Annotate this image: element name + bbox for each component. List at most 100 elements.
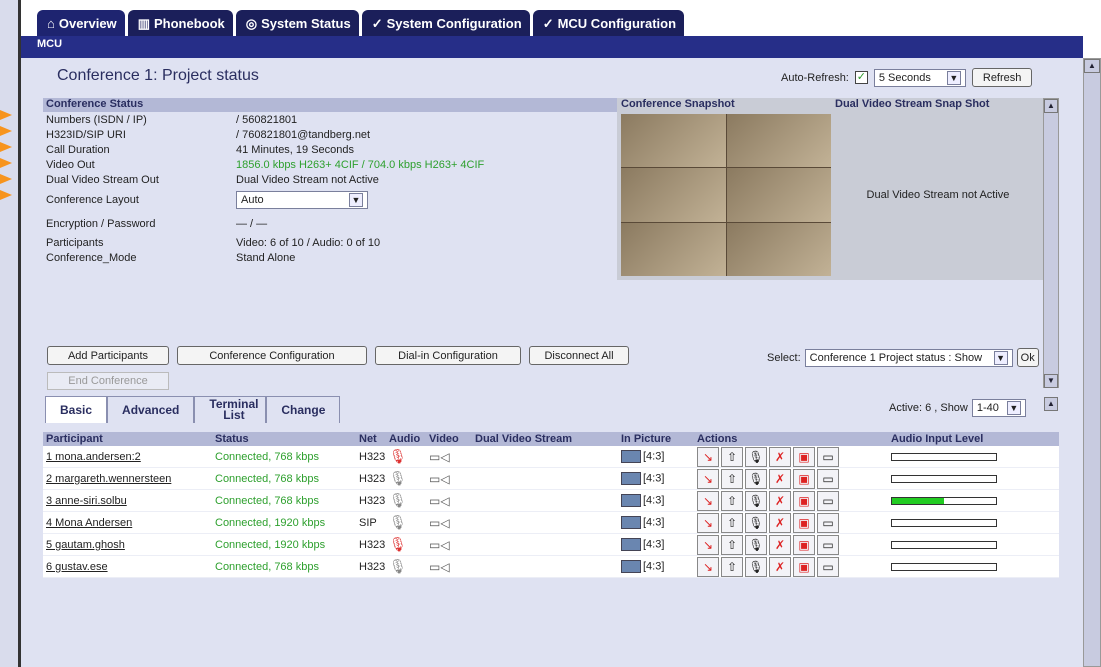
tab-phonebook[interactable]: ▥ Phonebook [127,10,233,37]
video-camera-icon[interactable]: ▭◁ [429,494,450,508]
mic-action-icon[interactable]: 🎙 [745,468,767,489]
tab-system-configuration[interactable]: ✓ System Configuration [361,10,530,37]
dual-snapshot-heading: Dual Video Stream Snap Shot [835,98,990,110]
conference-actions: Add Participants Conference Configuratio… [47,346,629,365]
info-icon[interactable]: ▭ [817,446,839,467]
active-show: Active: 6 , Show 1-40 ▼ [889,399,1026,417]
scroll-up-icon[interactable]: ▲ [1084,59,1100,73]
scroll-up-icon[interactable]: ▲ [1044,99,1058,113]
arrow-marker [0,174,12,184]
tab-mcu-configuration[interactable]: ✓ MCU Configuration [532,10,685,37]
camera-off-icon[interactable]: ▣ [793,512,815,533]
video-camera-icon[interactable]: ▭◁ [429,472,450,486]
refresh-button[interactable]: Refresh [971,68,1033,87]
mute-icon[interactable]: ✗ [769,512,791,533]
info-icon[interactable]: ▭ [817,534,839,555]
transfer-icon[interactable]: ⇧ [721,512,743,533]
microphone-icon[interactable]: 🎙 [389,470,407,486]
snapshot-scrollbar[interactable]: ▲ [1043,98,1059,388]
scroll-up-icon[interactable]: ▲ [1044,397,1058,411]
tab-advanced[interactable]: Advanced [107,396,195,423]
microphone-icon[interactable]: 🎙 [389,492,407,508]
hangup-icon[interactable]: ↘ [697,512,719,533]
tab-terminal-list[interactable]: Terminal List [194,396,267,423]
transfer-icon[interactable]: ⇧ [721,556,743,577]
hangup-icon[interactable]: ↘ [697,534,719,555]
add-participants-button[interactable]: Add Participants [47,346,169,365]
layout-picture-icon[interactable] [621,450,641,463]
conference-configuration-button[interactable]: Conference Configuration [177,346,367,365]
mic-action-icon[interactable]: 🎙 [745,446,767,467]
info-icon[interactable]: ▭ [817,490,839,511]
hangup-icon[interactable]: ↘ [697,468,719,489]
mute-icon[interactable]: ✗ [769,534,791,555]
video-camera-icon[interactable]: ▭◁ [429,450,450,464]
layout-picture-icon[interactable] [621,516,641,529]
mic-action-icon[interactable]: 🎙 [745,512,767,533]
tab-overview[interactable]: ⌂ Overview [37,10,125,37]
camera-off-icon[interactable]: ▣ [793,534,815,555]
chevron-down-icon: ▼ [946,70,961,85]
hangup-icon[interactable]: ↘ [697,446,719,467]
audio-level-bar [891,474,997,483]
video-camera-icon[interactable]: ▭◁ [429,538,450,552]
camera-off-icon[interactable]: ▣ [793,468,815,489]
scroll-down-icon[interactable]: ▼ [1044,374,1058,388]
layout-picture-icon[interactable] [621,472,641,485]
layout-picture-icon[interactable] [621,494,641,507]
info-icon[interactable]: ▭ [817,512,839,533]
dial-in-configuration-button[interactable]: Dial-in Configuration [375,346,521,365]
show-range-select[interactable]: 1-40 ▼ [971,399,1026,417]
participant-name[interactable]: 4 Mona Andersen [43,517,215,529]
tab-basic[interactable]: Basic [45,396,108,423]
participant-name[interactable]: 2 margareth.wennersteen [43,473,215,485]
mic-action-icon[interactable]: 🎙 [745,490,767,511]
video-camera-icon[interactable]: ▭◁ [429,516,450,530]
layout-picture-icon[interactable] [621,538,641,551]
mic-muted-icon[interactable]: 🎙 [389,536,407,552]
refresh-interval-select[interactable]: 5 Seconds ▼ [873,68,966,87]
wrench-icon: ✓ [371,16,383,31]
mic-action-icon[interactable]: 🎙 [745,556,767,577]
video-camera-icon[interactable]: ▭◁ [429,560,450,574]
participant-name[interactable]: 3 anne-siri.solbu [43,495,215,507]
participant-name[interactable]: 5 gautam.ghosh [43,539,215,551]
transfer-icon[interactable]: ⇧ [721,468,743,489]
participant-name[interactable]: 1 mona.andersen:2 [43,451,215,463]
tab-change[interactable]: Change [266,396,341,423]
participant-name[interactable]: 6 gustav.ese [43,561,215,573]
microphone-icon[interactable]: 🎙 [389,514,407,530]
transfer-icon[interactable]: ⇧ [721,534,743,555]
hangup-icon[interactable]: ↘ [697,490,719,511]
mute-icon[interactable]: ✗ [769,556,791,577]
info-icon[interactable]: ▭ [817,468,839,489]
arrow-marker [0,110,12,120]
layout-select[interactable]: Auto ▼ [236,191,368,209]
page-scrollbar[interactable]: ▲ [1083,58,1101,667]
auto-refresh-checkbox[interactable]: ✓ [854,71,868,84]
participant-status: Connected, 768 kbps [215,560,319,573]
mute-icon[interactable]: ✗ [769,446,791,467]
mute-icon[interactable]: ✗ [769,490,791,511]
mute-icon[interactable]: ✗ [769,468,791,489]
mic-muted-icon[interactable]: 🎙 [389,448,407,464]
camera-off-icon[interactable]: ▣ [793,556,815,577]
audio-level-bar [891,518,997,527]
end-conference-button[interactable]: End Conference [47,372,169,390]
tab-system-status[interactable]: ◎ System Status [235,10,359,37]
layout-picture-icon[interactable] [621,560,641,573]
info-icon[interactable]: ▭ [817,556,839,577]
camera-off-icon[interactable]: ▣ [793,446,815,467]
arrow-marker [0,158,12,168]
disconnect-all-button[interactable]: Disconnect All [529,346,629,365]
hangup-icon[interactable]: ↘ [697,556,719,577]
video-tile [726,222,831,276]
conference-select[interactable]: Conference 1 Project status : Show ▼ [804,348,1013,367]
transfer-icon[interactable]: ⇧ [721,446,743,467]
microphone-icon[interactable]: 🎙 [389,558,407,574]
mic-action-icon[interactable]: 🎙 [745,534,767,555]
ok-button[interactable]: Ok [1016,348,1039,367]
transfer-icon[interactable]: ⇧ [721,490,743,511]
participant-actions: ↘ ⇧ 🎙 ✗ ▣ ▭ [697,556,891,577]
camera-off-icon[interactable]: ▣ [793,490,815,511]
